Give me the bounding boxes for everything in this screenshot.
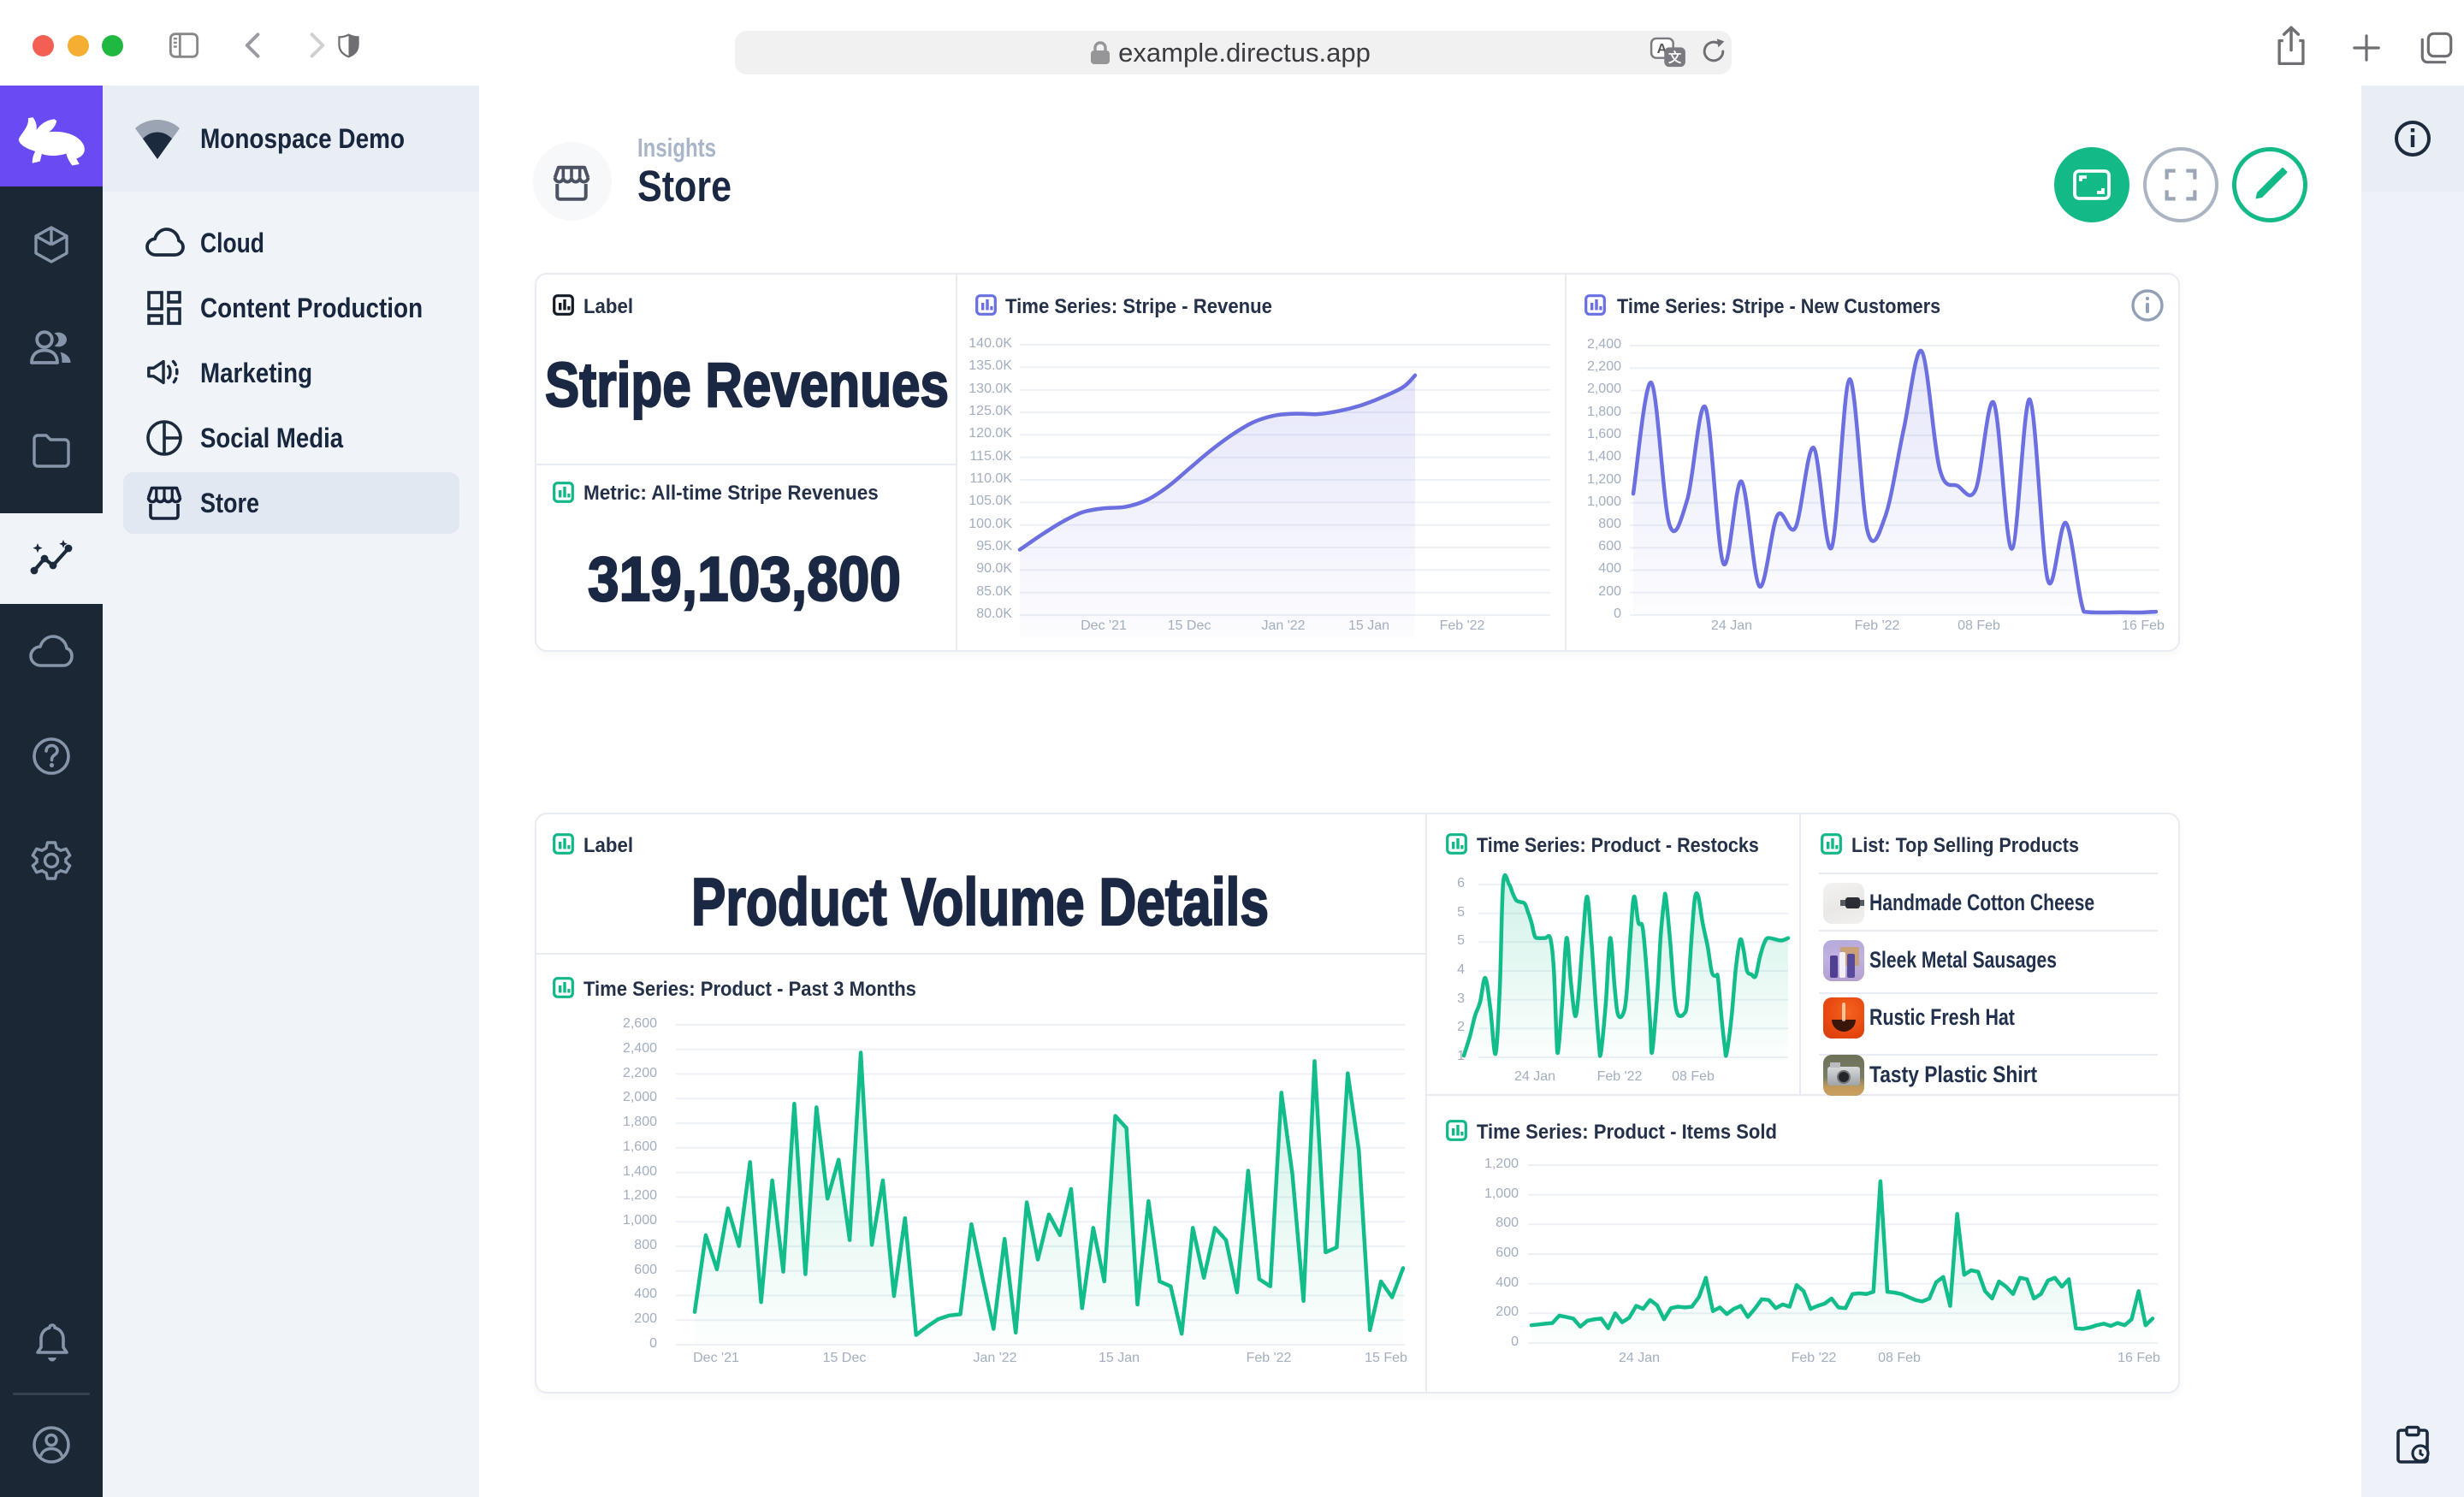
svg-text:Product Volume Details: Product Volume Details	[691, 864, 1269, 939]
svg-text:Stripe Revenues: Stripe Revenues	[545, 351, 949, 420]
svg-text:319,103,800: 319,103,800	[588, 545, 901, 614]
